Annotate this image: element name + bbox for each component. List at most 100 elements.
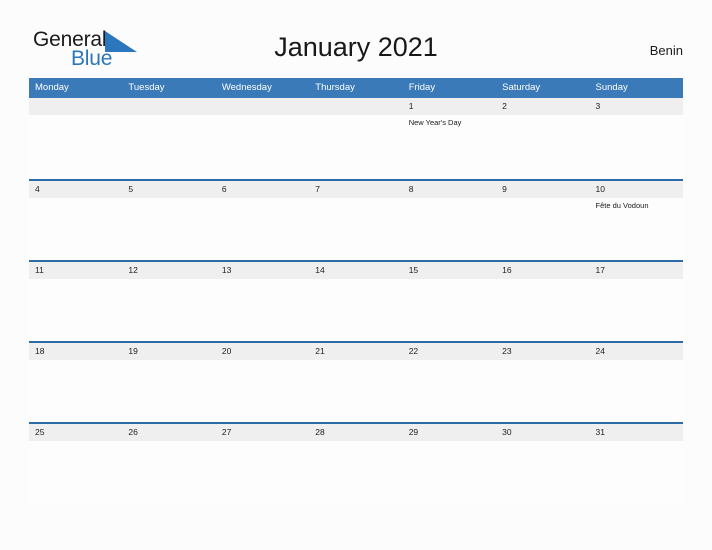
day-number: 10 [595, 184, 605, 194]
day-number: 14 [315, 265, 325, 275]
day-number: 26 [128, 427, 138, 437]
day-number: 25 [35, 427, 45, 437]
calendar-day-cell[interactable]: 25 [29, 424, 123, 503]
weekday-header-friday: Friday [408, 82, 436, 93]
day-events: Fête du Vodoun [596, 200, 680, 211]
calendar-week-row: 18 19 20 21 22 23 24 [29, 341, 683, 422]
day-number: 15 [408, 265, 419, 275]
day-number: 30 [502, 427, 512, 437]
day-number: 13 [221, 265, 232, 275]
calendar-day-cell-empty [122, 98, 216, 179]
calendar-day-cell[interactable]: 19 [122, 343, 216, 422]
calendar-grid: Monday Tuesday Wednesday Thursday Friday… [29, 78, 683, 503]
weekday-header-thursday: Thursday [315, 82, 355, 93]
page-title: January 2021 [274, 32, 438, 62]
weekday-header-monday: Monday [35, 82, 69, 93]
calendar-day-cell[interactable]: 10 Fête du Vodoun [589, 181, 683, 260]
day-number: 27 [221, 427, 232, 437]
weekday-header-sunday: Sunday [595, 82, 628, 93]
calendar-day-cell[interactable]: 6 [215, 181, 310, 260]
calendar-day-cell[interactable]: 14 [309, 262, 403, 341]
day-number: 3 [595, 101, 601, 111]
holiday-event-label: Fête du Vodoun [595, 201, 649, 210]
country-label: Benin [649, 43, 683, 58]
day-number: 19 [128, 346, 138, 356]
calendar-day-cell[interactable]: 31 [589, 424, 683, 503]
calendar-day-cell[interactable]: 13 [215, 262, 310, 341]
calendar-day-cell[interactable]: 28 [309, 424, 403, 503]
day-number: 23 [502, 346, 512, 356]
day-number-band [122, 98, 216, 115]
day-number-band [29, 98, 123, 115]
day-number: 6 [221, 184, 227, 194]
calendar-day-cell[interactable]: 17 [589, 262, 683, 341]
day-number-band [402, 98, 497, 115]
calendar-day-cell[interactable]: 21 [309, 343, 403, 422]
calendar-day-cell[interactable]: 18 [29, 343, 123, 422]
calendar-weeks: 1 New Year's Day 2 3 4 5 6 7 8 9 10 Fête du Vodoun 1… [29, 98, 683, 503]
calendar-day-cell-empty [215, 98, 310, 179]
calendar-day-cell[interactable]: 7 [309, 181, 403, 260]
calendar-day-cell[interactable]: 2 [496, 98, 590, 179]
day-number-band [215, 98, 310, 115]
day-number: 5 [128, 184, 134, 194]
calendar-day-cell[interactable]: 22 [402, 343, 497, 422]
day-number: 7 [315, 184, 320, 194]
calendar-day-cell[interactable]: 11 [29, 262, 123, 341]
calendar-day-cell-empty [29, 98, 123, 179]
weekday-header-row: Monday Tuesday Wednesday Thursday Friday… [29, 78, 683, 98]
page-header: General Blue January 2021 Benin [0, 0, 712, 76]
calendar-week-row: 4 5 6 7 8 9 10 Fête du Vodoun [29, 179, 683, 260]
calendar-day-cell[interactable]: 27 [215, 424, 310, 503]
day-events: New Year's Day [409, 117, 493, 128]
day-number: 16 [502, 265, 512, 275]
calendar-day-cell[interactable]: 23 [496, 343, 590, 422]
calendar-day-cell[interactable]: 9 [496, 181, 590, 260]
day-number-band [496, 98, 590, 115]
day-number-band [29, 181, 123, 198]
day-number: 24 [595, 346, 605, 356]
day-number-band [309, 181, 403, 198]
day-number: 4 [35, 184, 40, 194]
calendar-day-cell[interactable]: 26 [122, 424, 216, 503]
calendar-day-cell[interactable]: 29 [402, 424, 497, 503]
calendar-day-cell[interactable]: 3 [589, 98, 683, 179]
day-number: 8 [408, 184, 414, 194]
day-number-band [496, 181, 590, 198]
calendar-day-cell[interactable]: 30 [496, 424, 590, 503]
calendar-day-cell[interactable]: 16 [496, 262, 590, 341]
day-number: 17 [595, 265, 605, 275]
weekday-header-saturday: Saturday [502, 82, 541, 93]
day-number: 29 [408, 427, 419, 437]
day-number: 22 [408, 346, 419, 356]
holiday-event-label: New Year's Day [408, 118, 462, 127]
day-number: 9 [502, 184, 507, 194]
calendar-day-cell[interactable]: 4 [29, 181, 123, 260]
day-number-band [309, 98, 403, 115]
weekday-header-wednesday: Wednesday [221, 82, 272, 93]
day-number: 2 [502, 101, 507, 111]
day-number: 18 [35, 346, 45, 356]
calendar-day-cell[interactable]: 12 [122, 262, 216, 341]
calendar-day-cell-empty [309, 98, 403, 179]
day-number: 12 [128, 265, 138, 275]
day-number: 11 [35, 265, 44, 275]
calendar-day-cell[interactable]: 8 [402, 181, 497, 260]
calendar-day-cell[interactable]: 1 New Year's Day [402, 98, 497, 179]
day-number: 28 [315, 427, 325, 437]
calendar-week-row: 25 26 27 28 29 30 31 [29, 422, 683, 503]
calendar-page: General Blue January 2021 Benin Monday T… [0, 0, 712, 550]
calendar-day-cell[interactable]: 15 [402, 262, 497, 341]
calendar-day-cell[interactable]: 20 [215, 343, 310, 422]
day-number: 31 [595, 427, 605, 437]
day-number-band [122, 181, 216, 198]
calendar-week-row: 11 12 13 14 15 16 17 [29, 260, 683, 341]
day-number: 21 [315, 346, 325, 356]
weekday-header-tuesday: Tuesday [128, 82, 165, 93]
day-number-band [215, 181, 310, 198]
calendar-day-cell[interactable]: 5 [122, 181, 216, 260]
calendar-day-cell[interactable]: 24 [589, 343, 683, 422]
day-number-band [402, 181, 497, 198]
day-number: 1 [408, 101, 414, 111]
calendar-week-row: 1 New Year's Day 2 3 [29, 98, 683, 179]
